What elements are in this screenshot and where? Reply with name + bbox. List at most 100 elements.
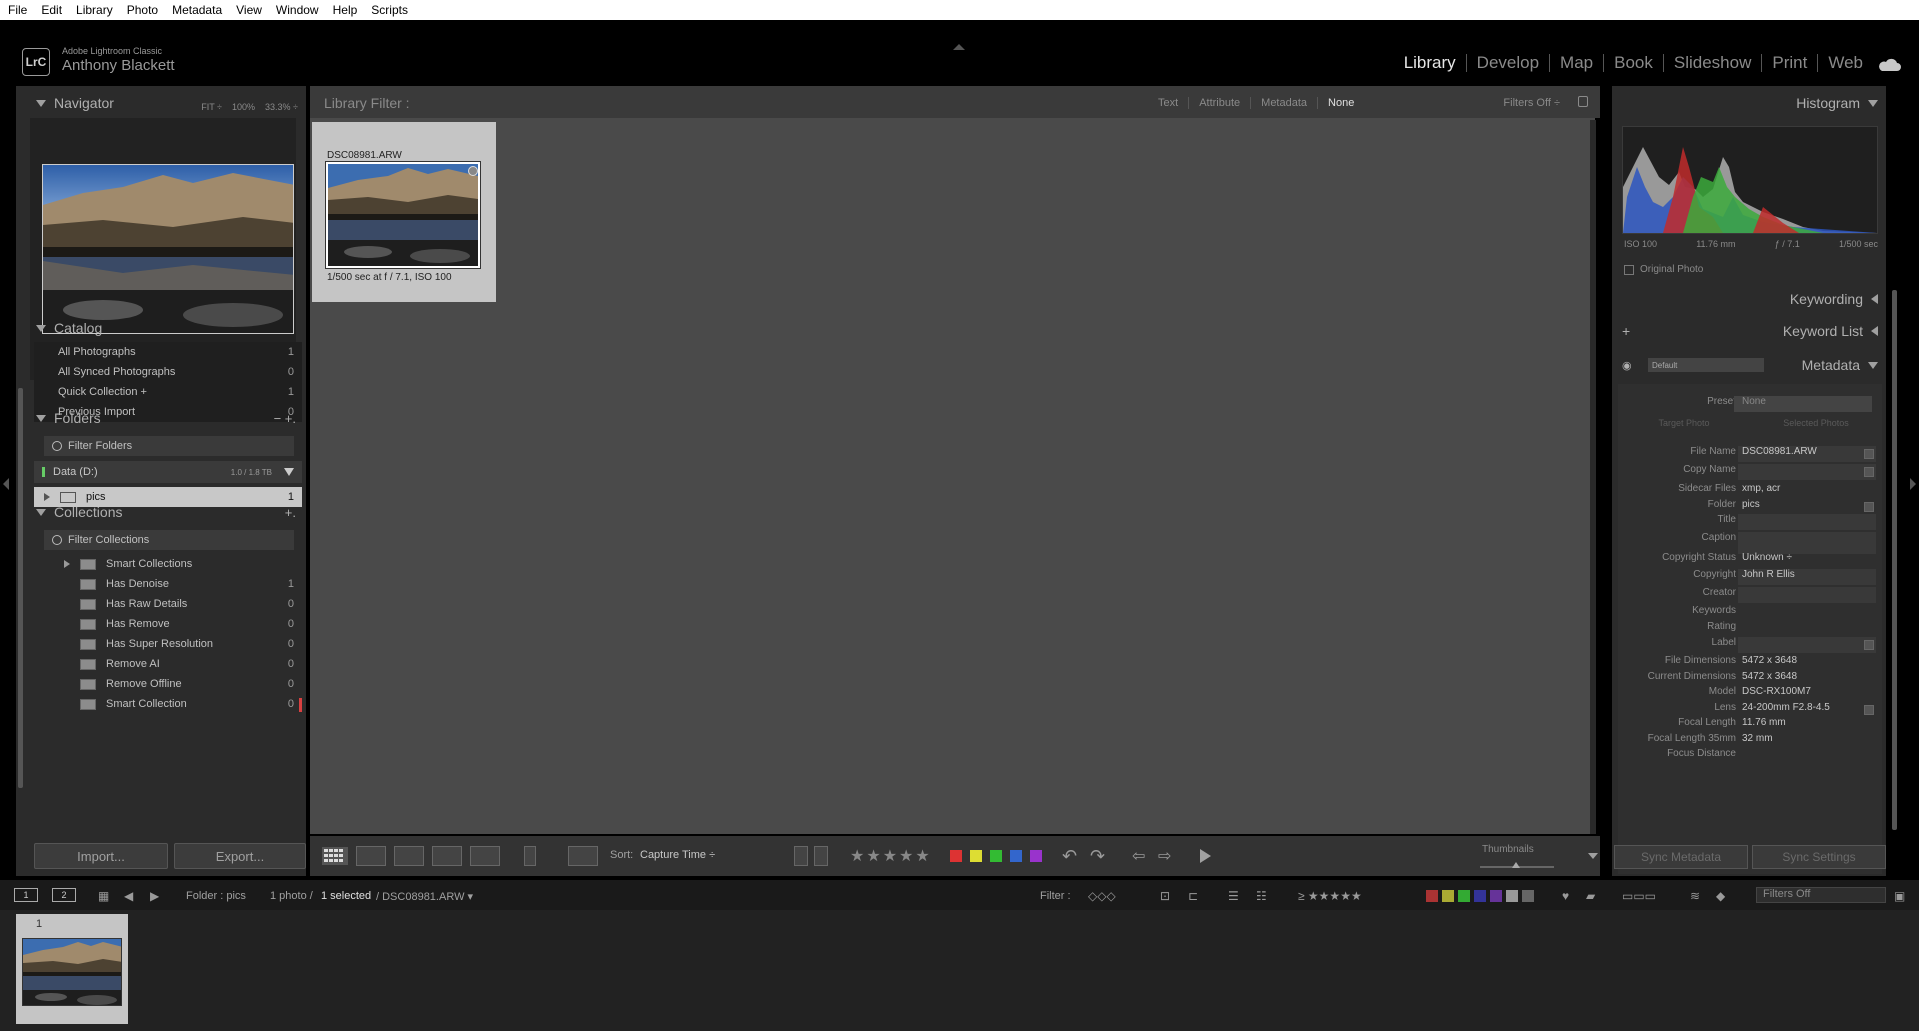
value-field[interactable] [1738, 637, 1876, 653]
collection-item[interactable]: Has Denoise 1 [34, 574, 302, 594]
filter-text[interactable]: Text [1148, 97, 1190, 109]
drive-expand-icon[interactable] [284, 468, 294, 476]
previous-photo-icon[interactable]: ⇦ [1132, 846, 1145, 866]
color-label-red[interactable] [950, 850, 962, 862]
filmstrip-filter-dropdown[interactable]: Filters Off [1756, 887, 1886, 903]
rating-stars[interactable]: ★★★★★ [850, 846, 932, 866]
collapse-right-panel-icon[interactable] [1910, 478, 1916, 490]
kind-filter-icon[interactable]: ▭▭▭ [1622, 889, 1656, 903]
slider-handle[interactable] [1512, 862, 1520, 868]
filmstrip-source[interactable]: Folder : pics [186, 890, 246, 902]
module-web[interactable]: Web [1818, 54, 1873, 72]
module-map[interactable]: Map [1550, 54, 1605, 72]
cloud-icon[interactable] [1877, 58, 1901, 72]
collection-item[interactable]: Has Raw Details 0 [34, 594, 302, 614]
folders-header[interactable]: Folders − +. [16, 405, 306, 431]
collapse-top-panel-icon[interactable] [953, 44, 965, 50]
lock-icon[interactable] [1578, 96, 1588, 107]
eye-icon[interactable]: ◉ [1622, 359, 1632, 372]
original-photo-toggle[interactable]: Original Photo [1624, 264, 1703, 275]
collection-item[interactable]: Has Super Resolution 0 [34, 634, 302, 654]
collection-item[interactable]: Has Remove 0 [34, 614, 302, 634]
copyright-status-dropdown[interactable]: Unknown ÷ [1742, 552, 1792, 563]
sort-direction-icon[interactable] [568, 846, 598, 866]
layers-icon[interactable]: ≋ [1690, 889, 1700, 903]
catalog-item-quick-collection[interactable]: Quick Collection + 1 [34, 382, 302, 402]
catalog-item-all-synced[interactable]: All Synced Photographs 0 [34, 362, 302, 382]
compare-view-icon[interactable] [394, 846, 424, 866]
zoom-custom[interactable]: 33.3% ÷ [265, 102, 298, 112]
sort-dropdown[interactable]: Capture Time ÷ [640, 849, 715, 861]
zoom-100[interactable]: 100% [232, 102, 255, 112]
collection-item[interactable]: Smart Collection 0 [34, 694, 302, 714]
right-panel-scrollbar[interactable] [1892, 290, 1897, 830]
filter-metadata[interactable]: Metadata [1251, 97, 1319, 109]
collection-set-expand-icon[interactable] [64, 560, 70, 568]
filter-settings-icon[interactable]: ☰ [1228, 889, 1239, 903]
menu-window[interactable]: Window [268, 3, 325, 17]
left-panel-scrollbar[interactable] [18, 388, 23, 788]
secondary-window-button[interactable]: 2 [52, 888, 76, 902]
grid-icon[interactable]: ▦ [98, 889, 109, 903]
menu-view[interactable]: View [228, 3, 268, 17]
grid-thumbnail[interactable] [325, 161, 481, 269]
menu-scripts[interactable]: Scripts [363, 3, 414, 17]
color-label-purple[interactable] [1030, 850, 1042, 862]
checkbox-icon[interactable] [1624, 264, 1634, 275]
filter-color-red[interactable] [1426, 890, 1438, 902]
survey-view-icon[interactable] [432, 846, 462, 866]
catalog-item-all-photographs[interactable]: All Photographs 1 [34, 342, 302, 362]
keywording-header[interactable]: Keywording [1612, 286, 1886, 312]
sync-metadata-button[interactable]: Sync Metadata [1614, 845, 1748, 869]
filter-color-purple[interactable] [1490, 890, 1502, 902]
value-field[interactable] [1738, 587, 1876, 603]
collection-item[interactable]: Remove Offline 0 [34, 674, 302, 694]
value-field[interactable] [1738, 514, 1876, 530]
sync-settings-button[interactable]: Sync Settings [1752, 845, 1886, 869]
filmstrip-thumbnail[interactable] [22, 938, 122, 1006]
folder-add-remove-icon[interactable]: − +. [274, 411, 296, 426]
filter-presets-dropdown[interactable]: Filters Off ÷ [1503, 97, 1560, 109]
histogram-header[interactable]: Histogram [1612, 90, 1886, 116]
target-photo-button[interactable]: Target Photo [1618, 418, 1750, 432]
comment-icon[interactable]: ▰ [1586, 889, 1595, 903]
impromptu-slideshow-icon[interactable] [1200, 849, 1211, 863]
collection-add-icon[interactable]: +. [285, 505, 296, 520]
export-button[interactable]: Export... [174, 843, 306, 869]
value-field[interactable] [1738, 464, 1876, 480]
filter-collections-input[interactable]: Filter Collections [44, 530, 294, 550]
filter-color-none[interactable] [1522, 890, 1534, 902]
collections-header[interactable]: Collections +. [16, 499, 306, 525]
grid-view-icon[interactable] [322, 847, 348, 865]
menu-edit[interactable]: Edit [33, 3, 68, 17]
module-book[interactable]: Book [1604, 54, 1664, 72]
collapse-left-panel-icon[interactable] [3, 478, 9, 490]
menu-help[interactable]: Help [325, 3, 364, 17]
value-field[interactable] [1738, 532, 1876, 554]
navigator-image[interactable] [42, 164, 294, 334]
forward-arrow-icon[interactable]: ▶ [150, 889, 159, 903]
add-keyword-icon[interactable]: + [1622, 323, 1630, 339]
filter-attribute[interactable]: Attribute [1189, 97, 1252, 109]
filter-lock-icon[interactable]: ▣ [1894, 889, 1905, 903]
unedited-filter-icon[interactable]: ⊏ [1188, 889, 1198, 903]
rotate-right-icon[interactable]: ↷ [1090, 846, 1105, 867]
filter-none[interactable]: None [1318, 97, 1364, 109]
next-photo-icon[interactable]: ⇨ [1158, 846, 1171, 866]
zoom-fit[interactable]: FIT ÷ [201, 102, 222, 112]
module-print[interactable]: Print [1762, 54, 1819, 72]
diamond-icon[interactable]: ◆ [1716, 889, 1725, 903]
edit-field-icon[interactable] [1864, 449, 1874, 459]
label-dropdown-icon[interactable] [1864, 640, 1874, 650]
navigator-header[interactable]: Navigator FIT ÷ 100% 33.3% ÷ [16, 90, 306, 116]
color-label-green[interactable] [990, 850, 1002, 862]
rating-filter-stars[interactable]: ≥ ★★★★★ [1298, 889, 1362, 903]
grid-scrollbar[interactable] [1590, 120, 1596, 834]
quick-collection-icon[interactable] [468, 166, 478, 176]
color-label-yellow[interactable] [970, 850, 982, 862]
drive-row[interactable]: Data (D:) 1.0 / 1.8 TB [34, 461, 302, 483]
filter-color-custom[interactable] [1506, 890, 1518, 902]
menu-library[interactable]: Library [68, 3, 119, 17]
catalog-header[interactable]: Catalog [16, 315, 306, 341]
filter-folders-input[interactable]: Filter Folders [44, 436, 294, 456]
